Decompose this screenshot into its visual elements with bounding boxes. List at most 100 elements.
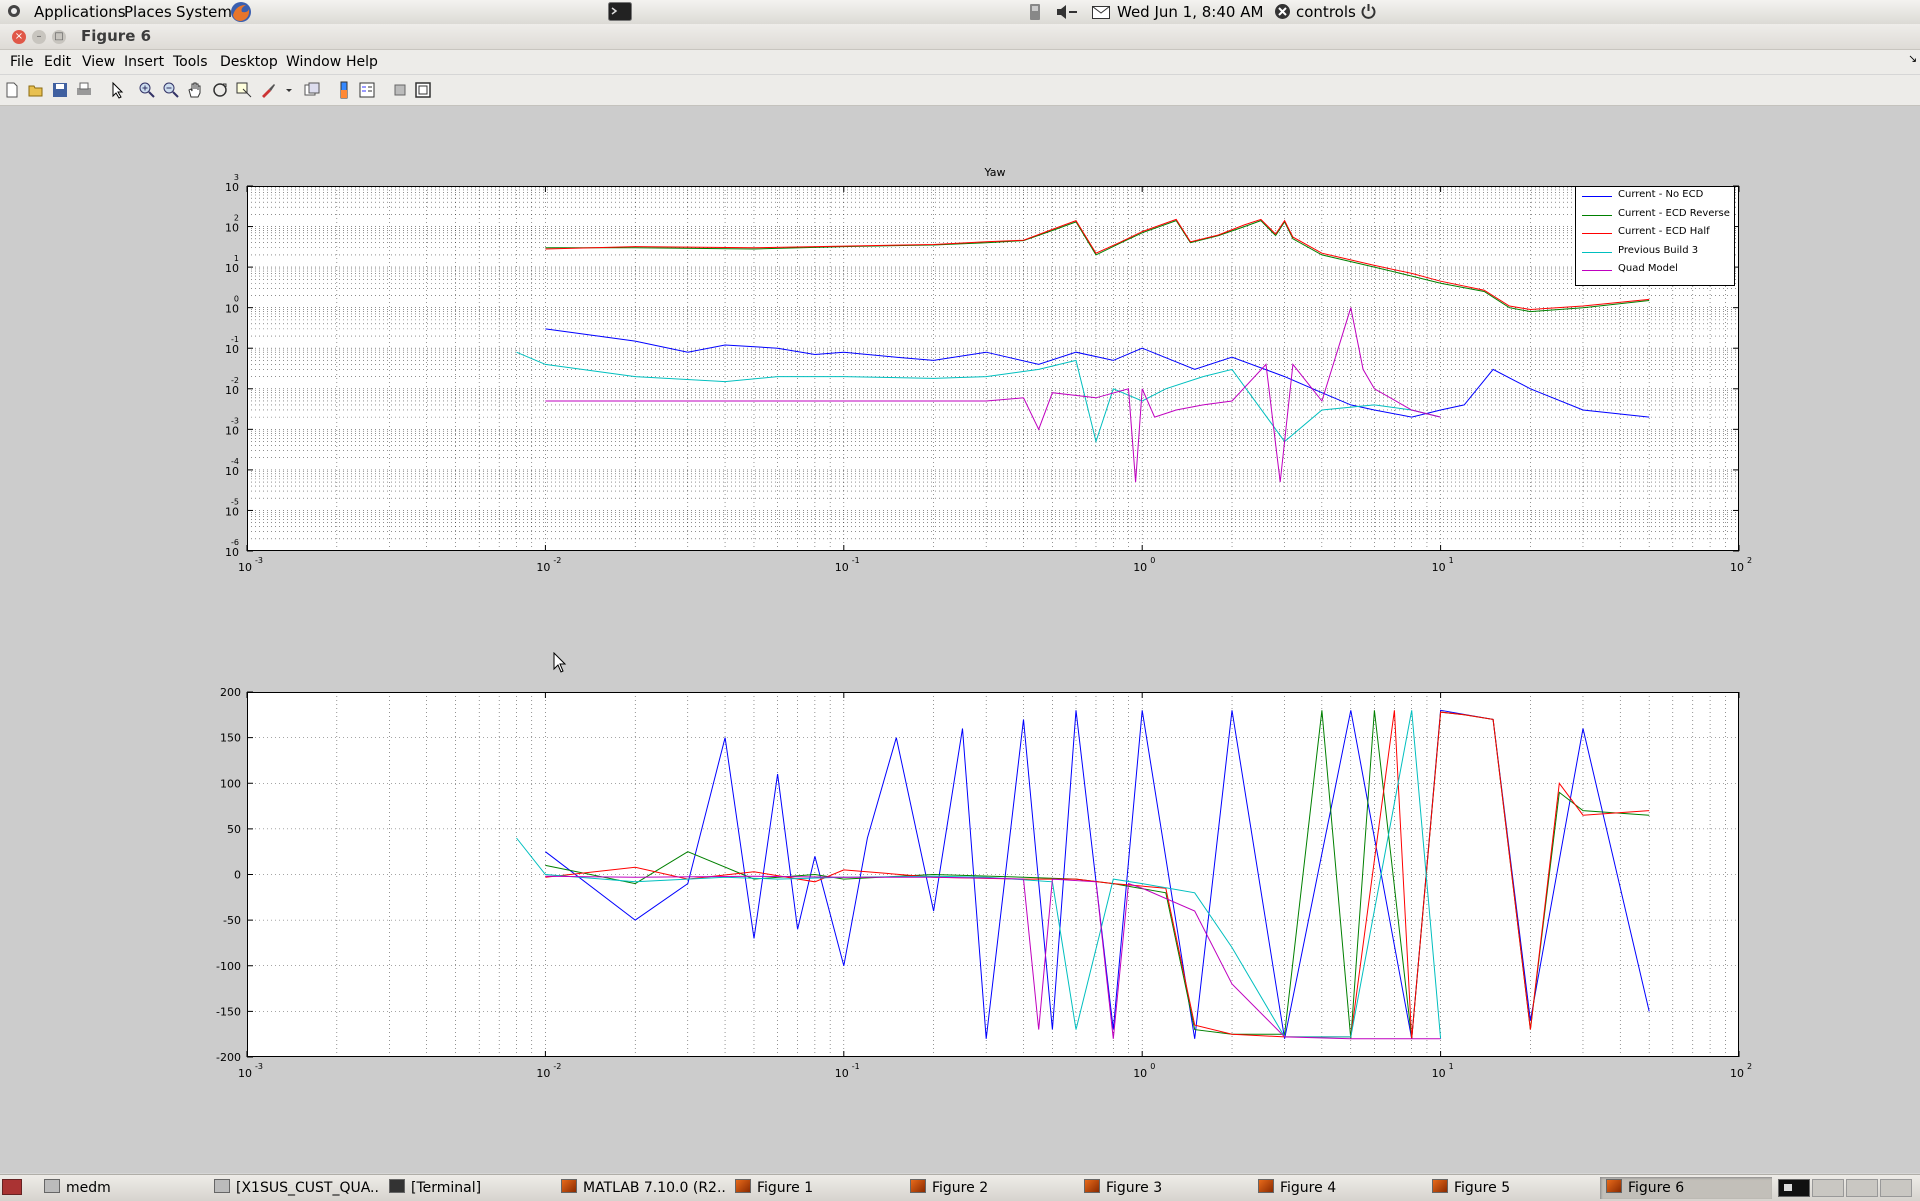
menu-file[interactable]: File bbox=[10, 54, 33, 70]
menu-edit[interactable]: Edit bbox=[44, 54, 71, 70]
volume-icon[interactable] bbox=[1056, 4, 1078, 24]
y-tick-label: 10 bbox=[225, 222, 239, 235]
y-tick-label: 100 bbox=[220, 777, 241, 790]
new-figure-icon[interactable] bbox=[3, 81, 21, 99]
legend-swatch bbox=[1582, 214, 1612, 216]
show-desktop-icon[interactable] bbox=[2, 1179, 22, 1199]
y-tick-label: -50 bbox=[223, 914, 241, 927]
magnitude-series-line bbox=[545, 328, 1650, 418]
y-tick-exponent: -2 bbox=[231, 376, 239, 385]
system-menu[interactable]: System bbox=[176, 3, 232, 21]
workspace-2-icon[interactable] bbox=[1812, 1179, 1844, 1201]
taskbar-item-label: MATLAB 7.10.0 (R2... bbox=[583, 1180, 725, 1196]
pan-hand-icon[interactable] bbox=[186, 81, 204, 99]
matlab-icon bbox=[1432, 1179, 1448, 1193]
taskbar-item-label: Figure 1 bbox=[757, 1180, 814, 1196]
brush-dropdown-icon[interactable] bbox=[280, 81, 292, 99]
taskbar-item[interactable]: Figure 5 bbox=[1426, 1177, 1596, 1199]
select-arrow-icon[interactable] bbox=[108, 81, 126, 99]
taskbar-item[interactable]: Figure 6 bbox=[1600, 1177, 1772, 1199]
taskbar-item[interactable]: [Terminal] bbox=[383, 1177, 551, 1199]
x-tick-exponent: 2 bbox=[1747, 556, 1752, 565]
gnome-foot-icon[interactable] bbox=[6, 2, 22, 24]
taskbar-item[interactable]: Figure 1 bbox=[729, 1177, 900, 1199]
insert-colorbar-icon[interactable] bbox=[335, 81, 353, 99]
y-tick-label: -200 bbox=[216, 1051, 241, 1064]
legend-label: Current - ECD Half bbox=[1618, 226, 1710, 237]
taskbar-item-label: Figure 3 bbox=[1106, 1180, 1163, 1196]
link-plot-icon[interactable] bbox=[303, 81, 321, 99]
matlab-icon bbox=[1084, 1179, 1100, 1193]
brush-icon[interactable] bbox=[259, 81, 277, 99]
taskbar-item[interactable]: Figure 4 bbox=[1252, 1177, 1422, 1199]
power-icon[interactable] bbox=[1360, 3, 1377, 24]
menu-view[interactable]: View bbox=[82, 54, 115, 70]
save-icon[interactable] bbox=[51, 81, 69, 99]
applications-menu[interactable]: Applications bbox=[34, 3, 126, 21]
network-icon[interactable] bbox=[1028, 3, 1042, 25]
data-cursor-icon[interactable] bbox=[235, 81, 253, 99]
x-tick-exponent: 1 bbox=[1449, 1062, 1454, 1071]
legend-label: Quad Model bbox=[1618, 263, 1678, 274]
taskbar-item[interactable]: medm bbox=[38, 1177, 206, 1199]
taskbar-item[interactable]: Figure 3 bbox=[1078, 1177, 1248, 1199]
x-tick-label: 10 bbox=[835, 1067, 849, 1080]
window-titlebar: × – □ Figure 6 bbox=[0, 24, 1920, 50]
legend[interactable]: Current - No ECD Current - ECD Reverse C… bbox=[1575, 186, 1735, 286]
menu-window[interactable]: Window bbox=[286, 54, 341, 70]
rotate-3d-icon[interactable] bbox=[211, 81, 229, 99]
zoom-out-icon[interactable] bbox=[162, 81, 180, 99]
x-tick-exponent: -2 bbox=[553, 1062, 561, 1071]
user-status-icon[interactable] bbox=[1274, 3, 1291, 24]
window-icon bbox=[44, 1179, 60, 1193]
user-name[interactable]: controls bbox=[1296, 3, 1356, 21]
taskbar-item[interactable]: MATLAB 7.10.0 (R2... bbox=[555, 1177, 725, 1199]
terminal-icon bbox=[389, 1179, 405, 1193]
taskbar-item[interactable]: [X1SUS_CUST_QUA... bbox=[208, 1177, 380, 1199]
hide-plot-tools-icon[interactable] bbox=[391, 81, 409, 99]
y-tick-label: 150 bbox=[220, 732, 241, 745]
x-tick-label: 10 bbox=[1730, 561, 1744, 574]
legend-entry: Previous Build 3 bbox=[1576, 243, 1734, 262]
y-tick-label: 10 bbox=[225, 181, 239, 194]
x-tick-exponent: 2 bbox=[1747, 1062, 1752, 1071]
legend-swatch bbox=[1582, 196, 1612, 197]
magnitude-axes-title: Yaw bbox=[984, 166, 1006, 179]
legend-swatch bbox=[1582, 233, 1612, 234]
y-tick-label: -100 bbox=[216, 960, 241, 973]
dock-arrow-icon[interactable]: ↘ bbox=[1908, 52, 1917, 65]
top-panel: Applications Places System Wed Jun 1, 8:… bbox=[0, 0, 1920, 25]
legend-label: Current - ECD Reverse bbox=[1618, 207, 1730, 219]
clock[interactable]: Wed Jun 1, 8:40 AM bbox=[1117, 3, 1263, 21]
print-icon[interactable] bbox=[75, 81, 93, 99]
x-tick-label: 10 bbox=[536, 561, 550, 574]
taskbar-item[interactable]: Figure 2 bbox=[904, 1177, 1074, 1199]
taskbar-item-label: Figure 5 bbox=[1454, 1180, 1511, 1196]
insert-legend-icon[interactable] bbox=[358, 81, 376, 99]
taskbar-item-label: [X1SUS_CUST_QUA... bbox=[236, 1180, 380, 1196]
mail-icon[interactable] bbox=[1092, 5, 1110, 23]
menu-tools[interactable]: Tools bbox=[173, 54, 208, 70]
menu-desktop[interactable]: Desktop bbox=[220, 54, 278, 70]
x-tick-label: 10 bbox=[1133, 1067, 1147, 1080]
maximize-icon[interactable]: □ bbox=[52, 30, 66, 44]
show-plot-tools-icon[interactable] bbox=[414, 81, 432, 99]
x-tick-exponent: -2 bbox=[553, 556, 561, 565]
magnitude-series-line bbox=[545, 219, 1650, 313]
menu-help[interactable]: Help bbox=[346, 54, 378, 70]
workspace-1-icon[interactable] bbox=[1778, 1179, 1810, 1201]
minimize-icon[interactable]: – bbox=[32, 30, 46, 44]
places-menu[interactable]: Places bbox=[124, 3, 172, 21]
terminal-icon[interactable] bbox=[608, 2, 632, 25]
y-tick-label: 10 bbox=[225, 343, 239, 356]
open-file-icon[interactable] bbox=[27, 81, 45, 99]
y-tick-label: 10 bbox=[225, 465, 239, 478]
zoom-in-icon[interactable] bbox=[138, 81, 156, 99]
y-tick-exponent: -4 bbox=[231, 457, 239, 466]
x-tick-label: 10 bbox=[1432, 1067, 1446, 1080]
y-tick-label: 50 bbox=[227, 823, 241, 836]
workspace-4-icon[interactable] bbox=[1880, 1179, 1912, 1201]
menu-insert[interactable]: Insert bbox=[124, 54, 164, 70]
close-icon[interactable]: × bbox=[12, 30, 26, 44]
workspace-3-icon[interactable] bbox=[1846, 1179, 1878, 1201]
